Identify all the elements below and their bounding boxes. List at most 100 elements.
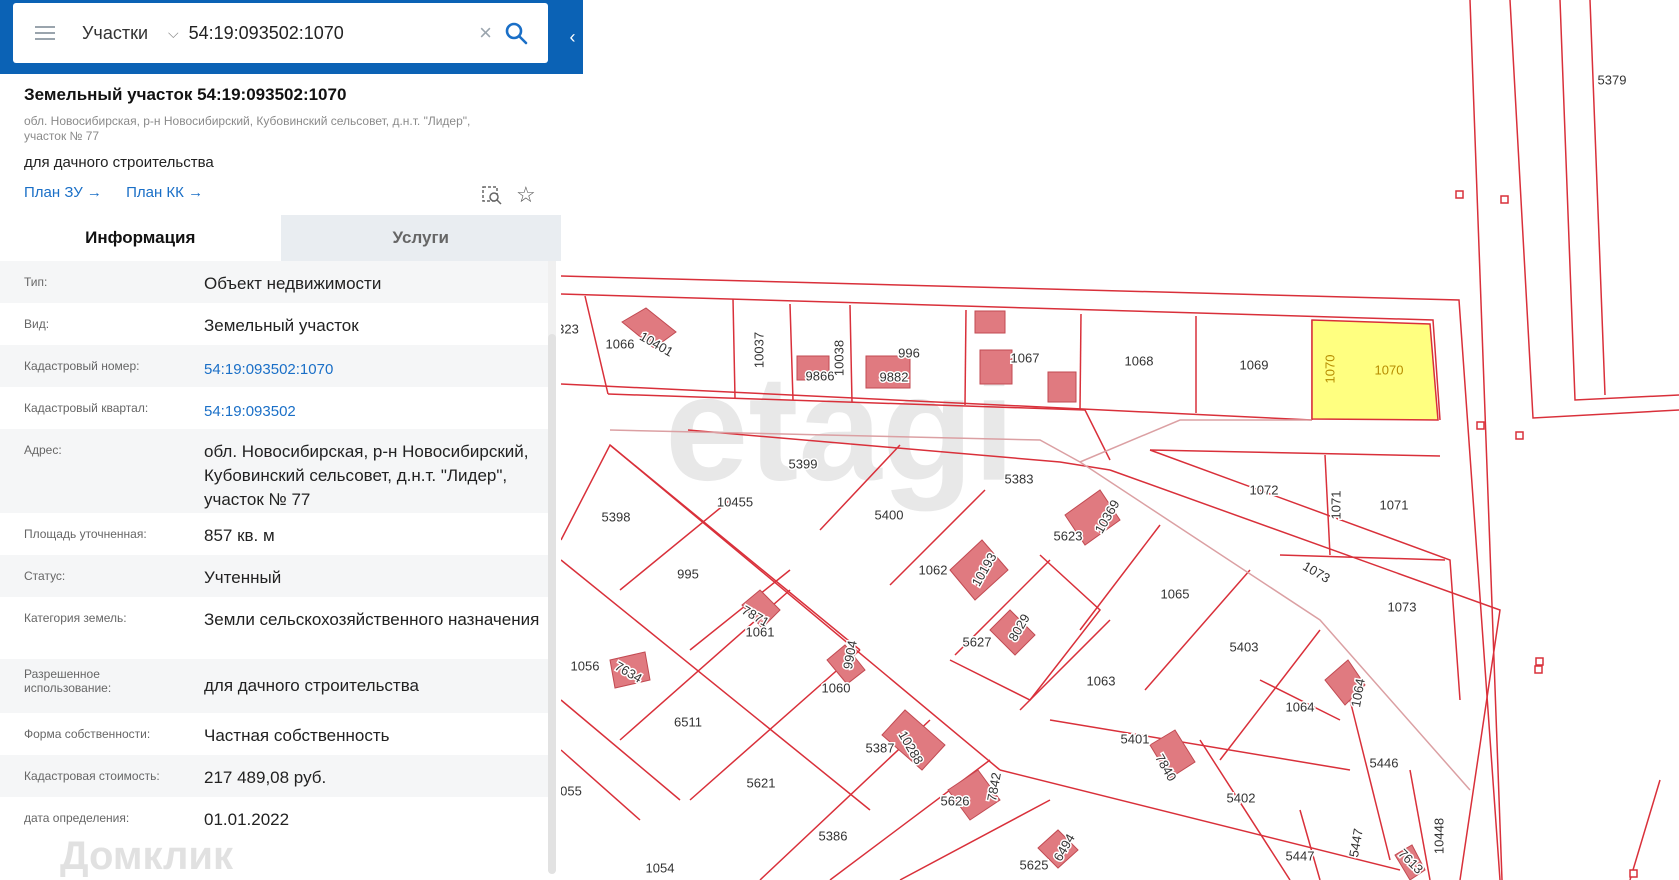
info-panel: Земельный участок 54:19:093502:1070 обл.…: [0, 74, 561, 880]
parcel-label: 5401: [1121, 731, 1150, 746]
zoom-to-parcel-icon[interactable]: [482, 185, 502, 205]
parcel-label: 1063: [1087, 673, 1116, 688]
info-row: Категория земель: Земли сельскохозяйстве…: [0, 597, 548, 659]
parcel-label: 1072: [1250, 482, 1279, 497]
parcel-label: 10455: [717, 494, 753, 509]
row-key: Вид:: [24, 317, 50, 331]
row-key: Адрес:: [24, 443, 62, 457]
parcel-label: 1066: [606, 336, 635, 351]
info-row: Тип: Объект недвижимости: [0, 261, 548, 303]
parcel-label: 5399: [789, 456, 818, 471]
info-row: Адрес: обл. Новосибирская, р-н Новосибир…: [0, 429, 548, 513]
info-row: Кадастровый номер: 54:19:093502:1070: [0, 345, 548, 387]
plan-links: План ЗУ → План КК →: [24, 184, 223, 201]
info-row: Кадастровый квартал: 54:19:093502: [0, 387, 548, 429]
parcel-label: 996: [898, 345, 920, 360]
plan-zu-link[interactable]: План ЗУ →: [24, 184, 102, 201]
row-key: Тип:: [24, 275, 48, 289]
info-table: Тип: Объект недвижимости Вид: Земельный …: [0, 261, 548, 839]
parcel-label: 055: [560, 783, 582, 798]
plan-kk-link[interactable]: План КК →: [126, 184, 203, 201]
parcel-label: 1073: [1388, 599, 1417, 614]
parcel-use: для дачного строительства: [24, 154, 214, 171]
row-value: 857 кв. м: [204, 526, 275, 545]
parcel-label: 6511: [674, 714, 702, 729]
parcel-label: 5383: [1005, 471, 1034, 486]
parcel-label: 995: [677, 566, 699, 581]
parcel-title: Земельный участок 54:19:093502:1070: [24, 85, 347, 104]
info-row: Статус: Учтенный: [0, 555, 548, 597]
parcel-label: 5625: [1020, 857, 1049, 872]
tab-services[interactable]: Услуги: [280, 215, 561, 261]
scrollbar-thumb[interactable]: [548, 334, 556, 874]
row-key: Кадастровая стоимость:: [24, 769, 160, 783]
search-header: Участки ⌵ 54:19:093502:1070 × ‹: [0, 0, 583, 74]
parcel-label: 1070: [1375, 362, 1404, 377]
info-row: Кадастровая стоимость: 217 489,08 руб.: [0, 755, 548, 797]
row-value: для дачного строительства: [204, 676, 420, 695]
row-value: Учтенный: [204, 568, 282, 587]
parcel-label: 1054: [646, 860, 675, 875]
row-key: Форма собственности:: [24, 727, 151, 741]
parcel-label: 5627: [963, 634, 992, 649]
info-row: Площадь уточненная: 857 кв. м: [0, 513, 548, 555]
clear-icon[interactable]: ×: [479, 20, 492, 46]
info-row: Вид: Земельный участок: [0, 303, 548, 345]
parcel-address: обл. Новосибирская, р-н Новосибирский, К…: [24, 114, 471, 143]
info-row: дата определения: 01.01.2022: [0, 797, 548, 839]
parcel-label: 5403: [1230, 639, 1259, 654]
parcel-label: 5447: [1286, 848, 1315, 863]
parcel-label: 1062: [919, 562, 948, 577]
row-value: Объект недвижимости: [204, 274, 382, 293]
row-key: Разрешенное использование:: [24, 667, 112, 695]
parcel-label: 5446: [1370, 755, 1399, 770]
row-value: 01.01.2022: [204, 810, 290, 829]
parcel-label: 10448: [1431, 818, 1446, 854]
parcel-label: 1060: [822, 680, 851, 695]
parcel-label: 5402: [1227, 790, 1256, 805]
domclick-watermark: Домклик: [60, 834, 234, 878]
row-value: Земельный участок: [204, 316, 359, 335]
parcel-label: 5621: [747, 775, 776, 790]
parcel-label: 1068: [1125, 353, 1154, 368]
parcel-label: 9866: [806, 368, 835, 383]
row-key: Кадастровый номер:: [24, 359, 140, 373]
cadastral-number-link[interactable]: 54:19:093502:1070: [182, 345, 548, 387]
parcel-label: 5387: [866, 740, 895, 755]
parcel-label: 1065: [1161, 586, 1190, 601]
row-key: дата определения:: [24, 811, 130, 825]
parcel-label: 5400: [875, 507, 904, 522]
parcel-label: 1071: [1380, 497, 1409, 512]
chevron-down-icon[interactable]: ⌵: [168, 25, 179, 42]
parcel-label: 5386: [819, 828, 848, 843]
parcel-label: 1064: [1286, 699, 1315, 714]
parcel-label: 1067: [1011, 350, 1040, 365]
parcel-label: 1056: [571, 658, 600, 673]
parcel-label: 1070: [1322, 355, 1337, 384]
row-key: Кадастровый квартал:: [24, 401, 149, 415]
collapse-panel-icon[interactable]: ‹: [562, 22, 583, 52]
star-icon[interactable]: ☆: [516, 182, 536, 208]
row-key: Площадь уточненная:: [24, 527, 147, 541]
search-icon[interactable]: [504, 21, 528, 45]
layer-select[interactable]: Участки: [82, 23, 148, 44]
row-key: Статус:: [24, 569, 66, 583]
row-value: Частная собственность: [204, 726, 390, 745]
cadastral-quarter-link[interactable]: 54:19:093502: [182, 387, 548, 429]
search-input[interactable]: 54:19:093502:1070: [189, 23, 480, 44]
parcel-label: 9882: [880, 369, 909, 384]
tab-info[interactable]: Информация: [0, 215, 281, 261]
menu-icon[interactable]: [35, 26, 55, 40]
parcel-label: 5623: [1054, 528, 1083, 543]
search-box: Участки ⌵ 54:19:093502:1070 ×: [13, 3, 548, 63]
parcel-label: 5626: [941, 793, 970, 808]
parcel-label: 5398: [602, 509, 631, 524]
parcel-label: 1061: [746, 624, 775, 639]
tabs: Информация Услуги: [0, 215, 561, 261]
info-row: Разрешенное использование: для дачного с…: [0, 659, 548, 713]
row-key: Категория земель:: [24, 611, 127, 625]
row-value: Земли сельскохозяйственного назначения: [204, 610, 540, 629]
parcel-label: 5379: [1598, 72, 1627, 87]
row-value: 217 489,08 руб.: [204, 768, 327, 787]
parcel-label: 10038: [831, 340, 846, 376]
